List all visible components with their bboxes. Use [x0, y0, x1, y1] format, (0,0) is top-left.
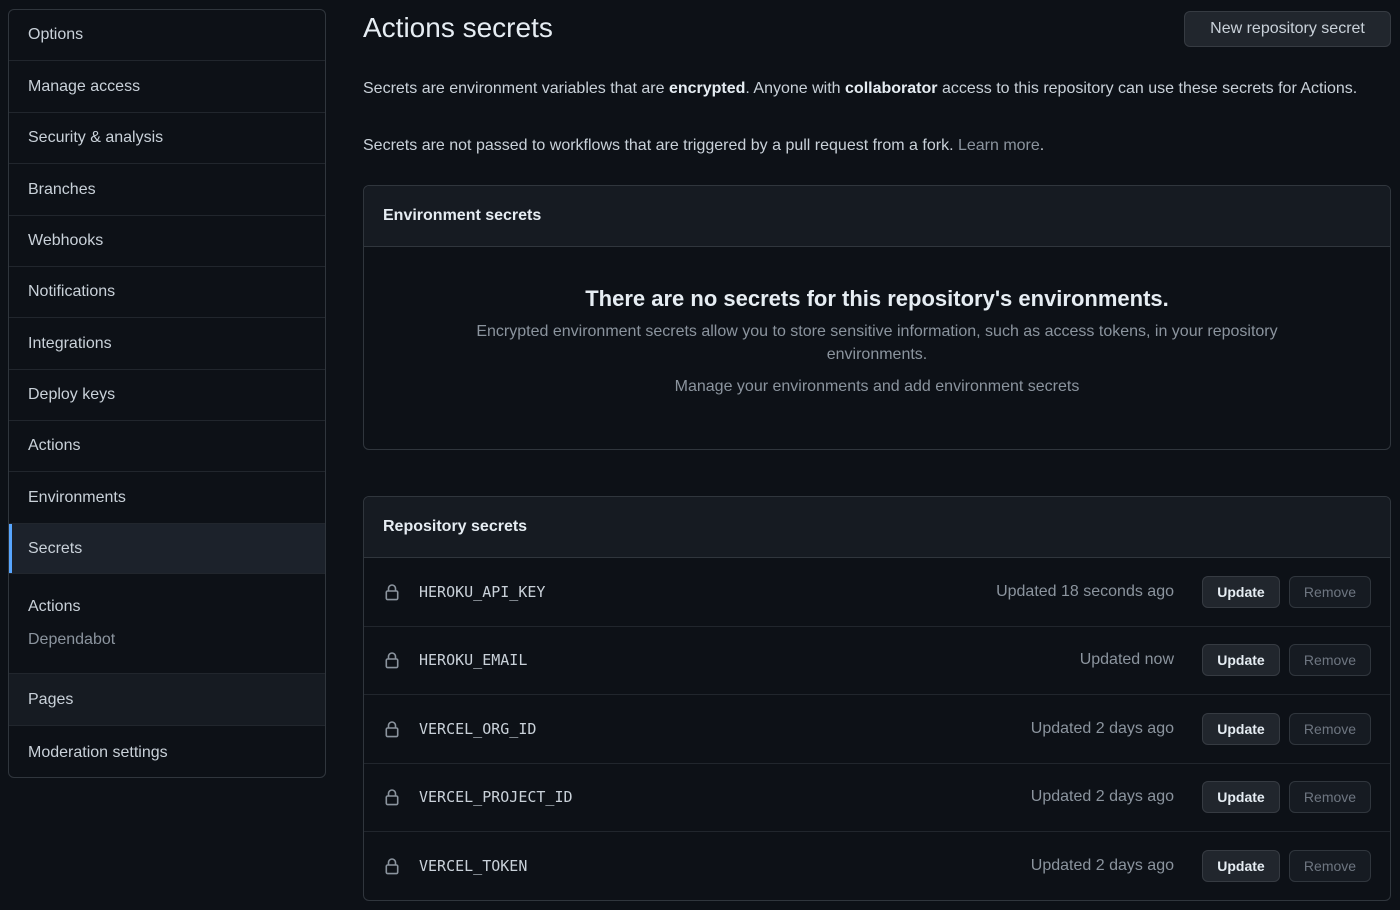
lock-icon — [385, 583, 399, 601]
sidebar-item-integrations[interactable]: Integrations — [9, 318, 325, 370]
secret-row: HEROKU_EMAIL Updated now Update Remove — [364, 627, 1390, 695]
settings-page: Options Manage access Security & analysi… — [0, 0, 1400, 910]
sidebar-item-security-analysis[interactable]: Security & analysis — [9, 113, 325, 164]
sidebar-item-actions[interactable]: Actions — [9, 421, 325, 472]
environment-secrets-header: Environment secrets — [364, 186, 1390, 247]
sidebar-item-label: Options — [28, 26, 84, 43]
intro-text: Secrets are environment variables that a… — [363, 77, 1383, 100]
learn-more-link[interactable]: Learn more — [958, 137, 1040, 154]
sidebar-item-notifications[interactable]: Notifications — [9, 267, 325, 318]
intro-text-part: access to this repository can use these … — [937, 80, 1358, 97]
sidebar-item-webhooks[interactable]: Webhooks — [9, 216, 325, 267]
lock-icon — [385, 789, 399, 806]
secret-row: VERCEL_PROJECT_ID Updated 2 days ago Upd… — [364, 764, 1390, 832]
secret-name: HEROKU_EMAIL — [419, 651, 528, 670]
sidebar-subitem-dependabot[interactable]: Dependabot — [28, 631, 115, 649]
lock-icon — [385, 720, 399, 738]
manage-environments-link[interactable]: Manage your environments and add environ… — [364, 378, 1390, 396]
sidebar-item-label: Moderation settings — [28, 743, 168, 761]
remove-button[interactable]: Remove — [1289, 850, 1371, 883]
sidebar-subitem-actions[interactable]: Actions — [28, 598, 80, 616]
secret-row: VERCEL_ORG_ID Updated 2 days ago Update … — [364, 695, 1390, 764]
intro-emphasis-collaborator: collaborator — [845, 80, 938, 97]
update-button[interactable]: Update — [1202, 712, 1280, 745]
page-title: Actions secrets — [363, 12, 553, 43]
sidebar-secrets-group: Actions Dependabot — [9, 574, 325, 674]
secret-name: VERCEL_TOKEN — [419, 857, 528, 876]
update-button[interactable]: Update — [1202, 575, 1280, 608]
sidebar-item-label: Actions — [28, 437, 81, 454]
fork-note: Secrets are not passed to workflows that… — [363, 134, 1383, 157]
fork-note-period: . — [1039, 137, 1045, 154]
secret-name: VERCEL_PROJECT_ID — [419, 788, 573, 807]
intro-text-part: . Anyone with — [745, 80, 846, 97]
sidebar-item-label: Branches — [28, 180, 96, 198]
update-button[interactable]: Update — [1202, 850, 1280, 883]
lock-icon — [385, 858, 399, 875]
sidebar-item-deploy-keys[interactable]: Deploy keys — [9, 370, 325, 421]
sidebar-item-label: Deploy keys — [28, 386, 116, 403]
secret-updated-time: Updated 2 days ago — [1030, 719, 1174, 737]
new-repository-secret-button[interactable]: New repository secret — [1184, 11, 1391, 47]
fork-note-text: Secrets are not passed to workflows that… — [363, 137, 958, 154]
sidebar-item-label: Secrets — [28, 539, 83, 557]
blank-state-title: There are no secrets for this repository… — [585, 286, 1169, 311]
secret-name: HEROKU_API_KEY — [419, 582, 546, 601]
lock-icon — [385, 652, 399, 669]
sidebar-item-environments[interactable]: Environments — [9, 472, 325, 524]
repository-secrets-box: Repository secrets HEROKU_API_KEY Update… — [363, 496, 1391, 901]
update-button[interactable]: Update — [1202, 644, 1280, 677]
remove-button[interactable]: Remove — [1289, 781, 1371, 814]
settings-sidebar: Options Manage access Security & analysi… — [8, 9, 326, 778]
secret-row: VERCEL_TOKEN Updated 2 days ago Update R… — [364, 832, 1390, 900]
secret-updated-time: Updated 18 seconds ago — [996, 582, 1174, 600]
secret-updated-time: Updated now — [1079, 651, 1174, 669]
sidebar-item-secrets[interactable]: Secrets — [9, 524, 325, 574]
sidebar-item-options[interactable]: Options — [9, 10, 325, 61]
intro-text-part: Secrets are environment variables that a… — [363, 80, 669, 97]
intro-emphasis-encrypted: encrypted — [668, 80, 746, 97]
sidebar-item-label: Security & analysis — [28, 129, 164, 146]
repository-secrets-header: Repository secrets — [364, 497, 1390, 558]
secret-name: VERCEL_ORG_ID — [419, 719, 537, 738]
environment-secrets-box: Environment secrets There are no secrets… — [363, 185, 1391, 450]
remove-button[interactable]: Remove — [1289, 712, 1371, 745]
sidebar-item-label: Pages — [28, 690, 74, 708]
secret-updated-time: Updated 2 days ago — [1030, 788, 1174, 806]
sidebar-item-label: Manage access — [28, 77, 141, 95]
sidebar-item-label: Integrations — [28, 334, 112, 352]
remove-button[interactable]: Remove — [1289, 575, 1371, 608]
secret-row: HEROKU_API_KEY Updated 18 seconds ago Up… — [364, 558, 1390, 627]
secret-updated-time: Updated 2 days ago — [1030, 857, 1174, 875]
sidebar-item-manage-access[interactable]: Manage access — [9, 61, 325, 113]
sidebar-item-label: Notifications — [28, 283, 116, 300]
sidebar-item-moderation-settings[interactable]: Moderation settings — [9, 726, 325, 777]
sidebar-item-pages[interactable]: Pages — [9, 674, 325, 726]
sidebar-item-branches[interactable]: Branches — [9, 164, 325, 216]
sidebar-item-label: Environments — [28, 488, 126, 506]
remove-button[interactable]: Remove — [1289, 644, 1371, 677]
update-button[interactable]: Update — [1202, 781, 1280, 814]
sidebar-item-label: Webhooks — [28, 232, 104, 249]
blank-state-description: Encrypted environment secrets allow you … — [476, 323, 1278, 363]
